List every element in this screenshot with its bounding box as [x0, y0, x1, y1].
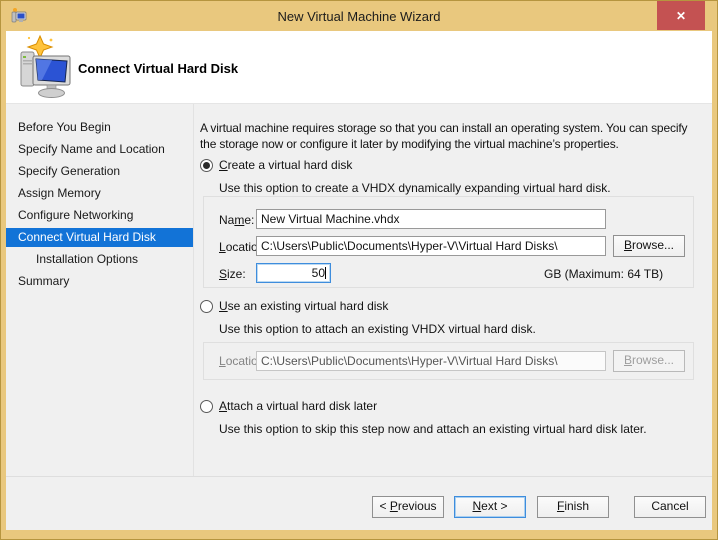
text-caret [325, 267, 326, 279]
existing-disk-fields-group: Location: C:\Users\Public\Documents\Hype… [203, 342, 694, 380]
radio-button-icon[interactable] [200, 400, 213, 413]
size-input[interactable]: 50 [256, 263, 331, 283]
existing-browse-button: Browse... [613, 350, 685, 372]
existing-option-description: Use this option to attach an existing VH… [219, 321, 700, 337]
sidebar-item-before-you-begin[interactable]: Before You Begin [6, 118, 193, 137]
radio-create-label[interactable]: Create a virtual hard disk [219, 158, 352, 172]
wizard-header: Connect Virtual Hard Disk [6, 31, 712, 104]
name-label: Name: [219, 213, 254, 227]
create-option-description: Use this option to create a VHDX dynamic… [219, 180, 700, 196]
wizard-footer: < Previous Next > Finish Cancel [6, 476, 712, 530]
page-content: A virtual machine requires storage so th… [194, 104, 712, 476]
close-button[interactable]: ✕ [657, 1, 705, 30]
intro-text: A virtual machine requires storage so th… [200, 120, 700, 152]
wizard-app-icon [10, 7, 28, 25]
wizard-window: New Virtual Machine Wizard ✕ Connect Vir… [0, 0, 718, 540]
sidebar-item-installation-options[interactable]: Installation Options [6, 250, 193, 269]
create-disk-fields-group: Name: New Virtual Machine.vhdx Location:… [203, 196, 694, 288]
next-button[interactable]: Next > [454, 496, 526, 518]
radio-button-icon[interactable] [200, 159, 213, 172]
new-vm-wizard-icon [18, 34, 74, 100]
wizard-steps-nav: Before You Begin Specify Name and Locati… [6, 104, 194, 476]
titlebar: New Virtual Machine Wizard ✕ [1, 1, 717, 31]
radio-create-virtual-hard-disk[interactable]: Create a virtual hard disk [200, 157, 700, 173]
radio-existing-label[interactable]: Use an existing virtual hard disk [219, 299, 388, 313]
finish-button[interactable]: Finish [537, 496, 609, 518]
radio-attach-virtual-hard-disk-later[interactable]: Attach a virtual hard disk later [200, 398, 700, 414]
name-input[interactable]: New Virtual Machine.vhdx [256, 209, 606, 229]
sidebar-item-connect-virtual-hard-disk[interactable]: Connect Virtual Hard Disk [6, 228, 193, 247]
sidebar-item-specify-name-location[interactable]: Specify Name and Location [6, 140, 193, 159]
close-icon: ✕ [676, 9, 686, 23]
cancel-button[interactable]: Cancel [634, 496, 706, 518]
later-option-description: Use this option to skip this step now an… [219, 421, 700, 437]
existing-location-input: C:\Users\Public\Documents\Hyper-V\Virtua… [256, 351, 606, 371]
previous-button[interactable]: < Previous [372, 496, 444, 518]
dialog-client-area: Connect Virtual Hard Disk Before You Beg… [6, 31, 712, 530]
size-label: Size: [219, 267, 246, 281]
radio-later-label[interactable]: Attach a virtual hard disk later [219, 399, 377, 413]
page-title: Connect Virtual Hard Disk [78, 61, 238, 76]
sidebar-item-specify-generation[interactable]: Specify Generation [6, 162, 193, 181]
window-title: New Virtual Machine Wizard [277, 9, 440, 24]
sidebar-item-assign-memory[interactable]: Assign Memory [6, 184, 193, 203]
browse-button[interactable]: Browse... [613, 235, 685, 257]
location-input[interactable]: C:\Users\Public\Documents\Hyper-V\Virtua… [256, 236, 606, 256]
sidebar-item-configure-networking[interactable]: Configure Networking [6, 206, 193, 225]
radio-button-icon[interactable] [200, 300, 213, 313]
sidebar-item-summary[interactable]: Summary [6, 272, 193, 291]
radio-use-existing-virtual-hard-disk[interactable]: Use an existing virtual hard disk [200, 298, 700, 314]
wizard-body: Before You Begin Specify Name and Locati… [6, 104, 712, 476]
size-suffix-text: GB (Maximum: 64 TB) [544, 267, 663, 281]
